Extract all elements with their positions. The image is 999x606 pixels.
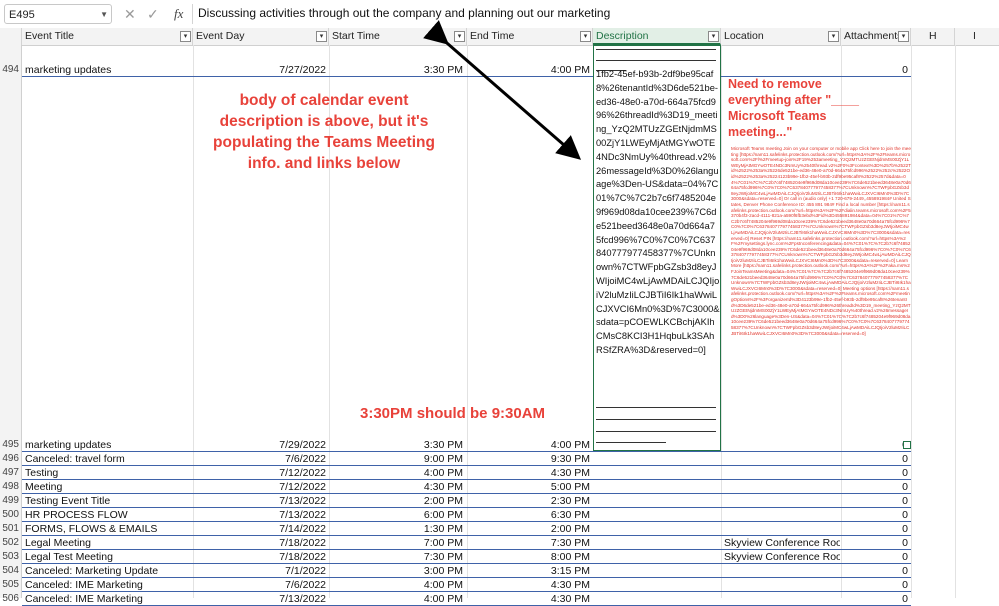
double-arrow <box>423 20 582 160</box>
annotation-arrow <box>423 20 582 160</box>
